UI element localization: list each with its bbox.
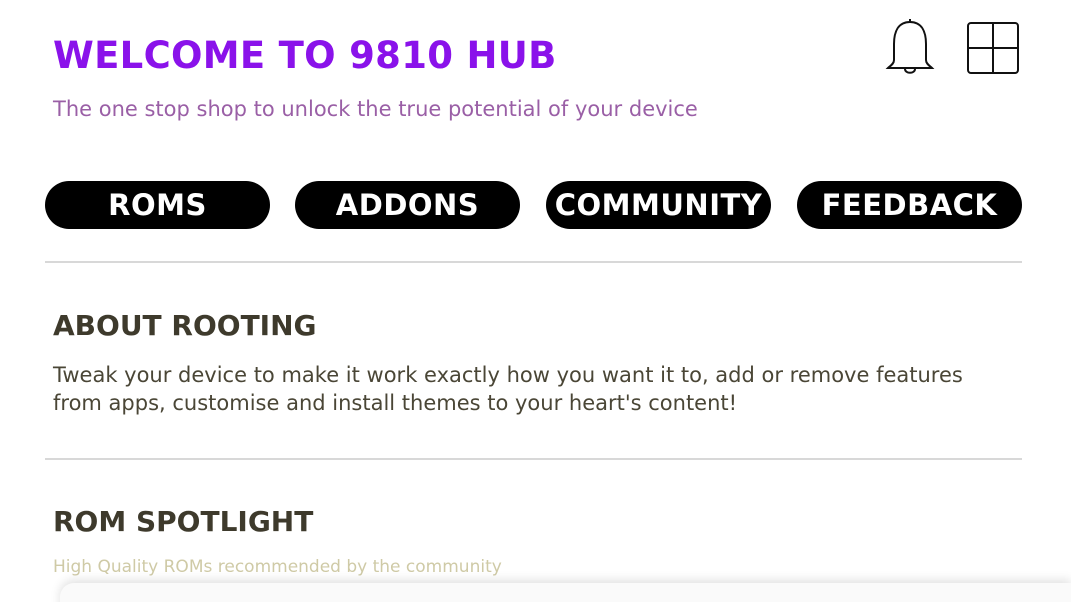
rom-spotlight-subtitle: High Quality ROMs recommended by the com… xyxy=(53,557,502,577)
home-page: WELCOME TO 9810 HUB The one stop shop to… xyxy=(0,0,1071,602)
divider xyxy=(45,261,1022,263)
main-nav: ROMS ADDONS COMMUNITY FEEDBACK xyxy=(45,181,1022,229)
page-title: WELCOME TO 9810 HUB xyxy=(53,34,557,77)
page-subtitle: The one stop shop to unlock the true pot… xyxy=(53,97,698,121)
nav-community-button[interactable]: COMMUNITY xyxy=(546,181,771,229)
about-rooting-title: ABOUT ROOTING xyxy=(53,309,317,342)
rom-card-edge xyxy=(60,583,1071,602)
about-rooting-body: Tweak your device to make it work exactl… xyxy=(53,363,963,415)
nav-roms-button[interactable]: ROMS xyxy=(45,181,270,229)
nav-addons-button[interactable]: ADDONS xyxy=(295,181,520,229)
bell-icon[interactable] xyxy=(884,18,936,76)
rom-spotlight-title: ROM SPOTLIGHT xyxy=(53,505,314,538)
grid-menu-icon[interactable] xyxy=(966,21,1020,75)
nav-feedback-button[interactable]: FEEDBACK xyxy=(797,181,1022,229)
divider xyxy=(45,458,1022,460)
